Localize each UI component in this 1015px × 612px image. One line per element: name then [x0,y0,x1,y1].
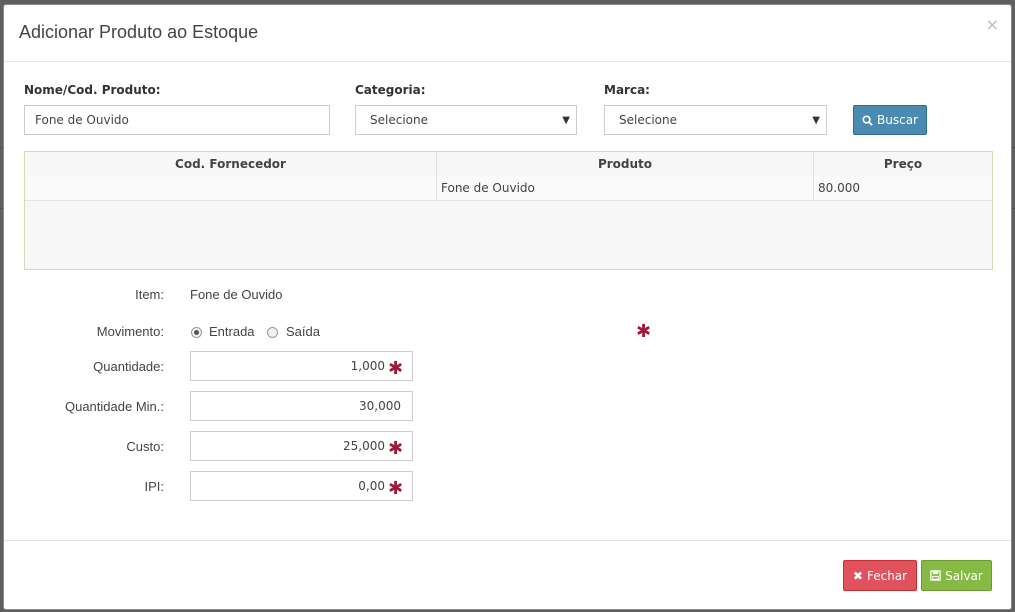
quantity-label: Quantidade: [93,359,164,374]
modal-title: Adicionar Produto ao Estoque [19,22,259,42]
table-cell-cod-fornecedor [25,176,437,200]
table-cell-preco: 80.000 [814,176,992,200]
close-icon[interactable]: × [986,17,999,33]
modal-header: Adicionar Produto ao Estoque × [4,5,1011,62]
chevron-down-icon: ▼ [562,115,570,126]
cost-label: Custo: [126,439,164,454]
required-icon: ✱ [388,438,404,459]
table-divider [25,200,992,201]
add-product-modal: Adicionar Produto ao Estoque × Nome/Cod.… [3,4,1012,610]
search-button-label: Buscar [877,113,918,127]
movement-label: Movimento: [96,324,164,339]
close-button[interactable]: ✖ Fechar [843,560,917,591]
close-button-label: Fechar [866,568,908,583]
save-button-label: Salvar [945,568,983,583]
brand-select[interactable]: Selecione ▼ [604,105,827,135]
close-icon: ✖ [852,568,863,583]
chevron-down-icon: ▼ [812,115,820,126]
required-icon: ✱ [388,358,404,379]
radio-saida-label: Saída [286,324,320,339]
save-button[interactable]: Salvar [921,560,992,591]
category-label: Categoria: [355,83,426,97]
min-quantity-label: Quantidade Min.: [64,399,164,414]
item-label: Item: [135,287,164,302]
product-name-label: Nome/Cod. Produto: [24,83,161,97]
results-table: Cod. Fornecedor Produto Preço Fone de Ou… [24,151,993,270]
category-select[interactable]: Selecione ▼ [355,105,577,135]
required-icon: ✱ [388,478,404,499]
cost-input[interactable]: 25,000 [190,431,413,461]
radio-entrada[interactable] [191,327,202,338]
footer-divider [4,540,1011,541]
brand-select-value: Selecione [619,113,677,127]
product-name-input[interactable]: Fone de Ouvido [24,105,330,135]
min-quantity-input[interactable]: 30,000 [190,391,413,421]
table-cell-produto: Fone de Ouvido [437,176,814,200]
ipi-label: IPI: [144,479,164,494]
search-button[interactable]: Buscar [853,105,927,135]
quantity-input[interactable]: 1,000 [190,351,413,381]
save-icon [930,570,941,581]
radio-entrada-label: Entrada [209,324,255,339]
radio-saida[interactable] [267,327,278,338]
column-header-preco[interactable]: Preço [814,152,992,176]
item-value: Fone de Ouvido [190,287,283,302]
search-icon [862,114,873,126]
ipi-input[interactable]: 0,00 [190,471,413,501]
column-header-cod-fornecedor[interactable]: Cod. Fornecedor [25,152,437,176]
column-header-produto[interactable]: Produto [437,152,814,176]
required-icon: ✱ [636,321,652,342]
category-select-value: Selecione [370,113,428,127]
brand-label: Marca: [604,83,650,97]
